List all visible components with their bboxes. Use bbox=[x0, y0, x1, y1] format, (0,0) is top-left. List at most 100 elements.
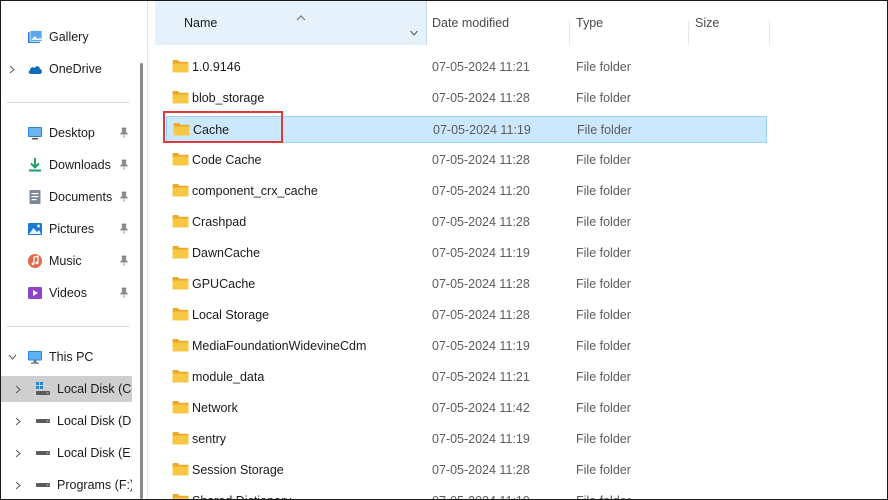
file-row[interactable]: Local Storage 07-05-2024 11:28 File folder bbox=[169, 302, 765, 328]
file-row[interactable]: GPUCache 07-05-2024 11:28 File folder bbox=[169, 271, 765, 297]
chevron-right-icon[interactable] bbox=[13, 376, 23, 402]
column-divider[interactable] bbox=[688, 21, 689, 45]
chevron-right-icon[interactable] bbox=[13, 472, 23, 498]
videos-icon bbox=[28, 287, 42, 299]
column-header-type[interactable]: Type bbox=[576, 1, 688, 45]
file-date-modified: 07-05-2024 11:28 bbox=[432, 308, 530, 322]
column-header-label: Type bbox=[576, 16, 604, 30]
file-name: Local Storage bbox=[192, 308, 270, 322]
sidebar-item-label: Music bbox=[49, 254, 82, 268]
sidebar-item-label: Downloads bbox=[49, 158, 111, 172]
file-name: Shared Dictionary bbox=[192, 488, 291, 499]
desktop-icon bbox=[28, 127, 42, 140]
file-name: MediaFoundationWidevineCdm bbox=[192, 339, 367, 353]
sidebar-item-label: Local Disk (E:) bbox=[57, 446, 139, 460]
file-name: component_crx_cache bbox=[192, 184, 318, 198]
sidebar-item-local-disk-d[interactable]: Local Disk (D:) bbox=[1, 408, 139, 434]
file-date-modified: 07-05-2024 11:20 bbox=[432, 184, 530, 198]
chevron-right-icon[interactable] bbox=[13, 440, 23, 466]
file-row[interactable]: blob_storage 07-05-2024 11:28 File folder bbox=[169, 85, 765, 111]
file-type: File folder bbox=[576, 401, 631, 415]
chevron-right-icon[interactable] bbox=[7, 56, 17, 82]
file-row[interactable]: DawnCache 07-05-2024 11:19 File folder bbox=[169, 240, 765, 266]
file-type: File folder bbox=[576, 488, 631, 499]
file-row[interactable]: Shared Dictionary 07-05-2024 11:19 File fo… bbox=[169, 488, 765, 499]
onedrive-icon bbox=[28, 66, 42, 74]
sidebar-item-local-disk-e[interactable]: Local Disk (E:) bbox=[1, 440, 138, 466]
pin-icon[interactable] bbox=[119, 191, 129, 203]
sidebar-item-label: Pictures bbox=[49, 222, 95, 236]
folder-icon bbox=[172, 462, 189, 476]
sort-ascending-icon bbox=[296, 15, 306, 21]
chevron-down-icon[interactable] bbox=[409, 29, 419, 37]
file-explorer-window: Gallery OneDrive Desktop Downloads Docum… bbox=[0, 0, 888, 500]
pin-icon[interactable] bbox=[119, 159, 129, 171]
gallery-icon bbox=[28, 30, 43, 43]
file-row[interactable]: module_data 07-05-2024 11:21 File folder bbox=[169, 364, 765, 390]
pictures-icon bbox=[28, 223, 42, 235]
sidebar-item-label: Videos bbox=[49, 286, 87, 300]
folder-icon bbox=[172, 431, 189, 445]
sidebar-item-this-pc[interactable]: This PC bbox=[1, 344, 132, 370]
documents-icon bbox=[29, 190, 41, 204]
sidebar-item-videos[interactable]: Videos bbox=[1, 280, 132, 306]
pane-separator[interactable] bbox=[147, 1, 148, 499]
file-date-modified: 07-05-2024 11:28 bbox=[432, 215, 530, 229]
sidebar-divider bbox=[7, 326, 129, 327]
file-type: File folder bbox=[576, 463, 631, 477]
file-name: 1.0.9146 bbox=[192, 60, 241, 74]
file-date-modified: 07-05-2024 11:28 bbox=[432, 463, 530, 477]
chevron-down-icon[interactable] bbox=[7, 344, 17, 370]
file-date-modified: 07-05-2024 11:19 bbox=[432, 488, 530, 499]
file-date-modified: 07-05-2024 11:19 bbox=[432, 339, 530, 353]
chevron-right-icon[interactable] bbox=[13, 408, 23, 434]
file-row[interactable]: Network 07-05-2024 11:42 File folder bbox=[169, 395, 765, 421]
folder-icon bbox=[172, 400, 189, 414]
file-row[interactable]: MediaFoundationWidevineCdm 07-05-2024 11:… bbox=[169, 333, 765, 359]
drive-icon bbox=[36, 451, 50, 455]
file-date-modified: 07-05-2024 11:28 bbox=[432, 91, 530, 105]
sidebar-item-onedrive[interactable]: OneDrive bbox=[1, 56, 132, 82]
sidebar-scrollbar[interactable] bbox=[132, 1, 146, 499]
file-row[interactable]: Crashpad 07-05-2024 11:28 File folder bbox=[169, 209, 765, 235]
sidebar-item-local-disk-c[interactable]: Local Disk (C:) bbox=[1, 376, 139, 402]
file-row[interactable]: sentry 07-05-2024 11:19 File folder bbox=[169, 426, 765, 452]
column-divider[interactable] bbox=[569, 21, 570, 45]
file-row[interactable]: 1.0.9146 07-05-2024 11:21 File folder bbox=[169, 54, 765, 80]
file-row[interactable]: Code Cache 07-05-2024 11:28 File folder bbox=[169, 147, 765, 173]
pin-icon[interactable] bbox=[119, 223, 129, 235]
file-date-modified: 07-05-2024 11:19 bbox=[432, 432, 530, 446]
sidebar-item-downloads[interactable]: Downloads bbox=[1, 152, 132, 178]
column-header-size[interactable]: Size bbox=[695, 1, 765, 45]
drive-icon bbox=[36, 419, 50, 423]
column-header-label: Date modified bbox=[432, 16, 510, 30]
os-drive-icon bbox=[36, 382, 50, 395]
file-type: File folder bbox=[576, 215, 631, 229]
column-divider[interactable] bbox=[769, 21, 770, 45]
drive-icon bbox=[36, 483, 50, 487]
sidebar-item-gallery[interactable]: Gallery bbox=[1, 24, 132, 50]
sidebar-item-music[interactable]: Music bbox=[1, 248, 132, 274]
file-date-modified: 07-05-2024 11:19 bbox=[432, 246, 530, 260]
pin-icon[interactable] bbox=[119, 287, 129, 299]
sidebar-item-pictures[interactable]: Pictures bbox=[1, 216, 132, 242]
pin-icon[interactable] bbox=[119, 255, 129, 267]
file-type: File folder bbox=[576, 432, 631, 446]
column-header-name[interactable]: Name bbox=[155, 1, 427, 45]
sidebar-scrollbar-thumb[interactable] bbox=[140, 63, 143, 499]
sidebar-divider bbox=[7, 102, 129, 103]
sidebar-item-programs-f[interactable]: Programs (F:) bbox=[1, 472, 134, 498]
folder-icon bbox=[172, 493, 189, 499]
file-type: File folder bbox=[576, 246, 631, 260]
sidebar-item-label: Local Disk (C:) bbox=[57, 382, 139, 396]
file-row[interactable]: component_crx_cache 07-05-2024 11:20 File … bbox=[169, 178, 765, 204]
column-header-date-modified[interactable]: Date modified bbox=[432, 1, 568, 45]
pin-icon[interactable] bbox=[119, 127, 129, 139]
folder-icon bbox=[172, 152, 189, 166]
file-name: GPUCache bbox=[192, 277, 256, 291]
file-row[interactable]: Session Storage 07-05-2024 11:28 File fold… bbox=[169, 457, 765, 483]
folder-icon bbox=[172, 307, 189, 321]
file-type: File folder bbox=[576, 339, 631, 353]
sidebar-item-desktop[interactable]: Desktop bbox=[1, 120, 132, 146]
sidebar-item-documents[interactable]: Documents bbox=[1, 184, 132, 210]
